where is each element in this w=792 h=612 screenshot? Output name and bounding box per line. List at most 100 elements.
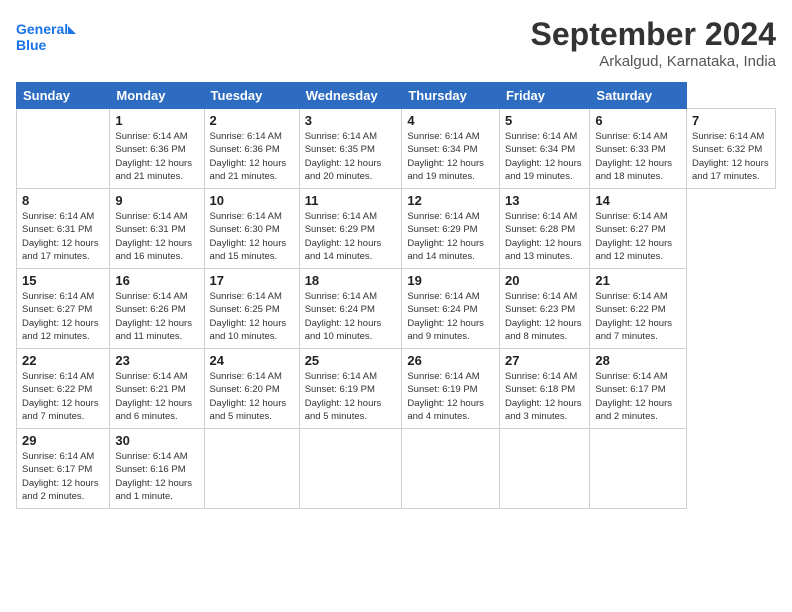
table-cell: 25 Sunrise: 6:14 AM Sunset: 6:19 PM Dayl… <box>299 349 402 429</box>
day-info: Sunrise: 6:14 AM Sunset: 6:28 PM Dayligh… <box>505 210 584 263</box>
day-info: Sunrise: 6:14 AM Sunset: 6:32 PM Dayligh… <box>692 130 770 183</box>
day-info: Sunrise: 6:14 AM Sunset: 6:26 PM Dayligh… <box>115 290 198 343</box>
header-wednesday: Wednesday <box>299 83 402 109</box>
day-info: Sunrise: 6:14 AM Sunset: 6:30 PM Dayligh… <box>210 210 294 263</box>
table-cell: 5 Sunrise: 6:14 AM Sunset: 6:34 PM Dayli… <box>499 109 589 189</box>
day-info: Sunrise: 6:14 AM Sunset: 6:16 PM Dayligh… <box>115 450 198 503</box>
table-cell: 22 Sunrise: 6:14 AM Sunset: 6:22 PM Dayl… <box>17 349 110 429</box>
day-info: Sunrise: 6:14 AM Sunset: 6:29 PM Dayligh… <box>305 210 397 263</box>
day-info: Sunrise: 6:14 AM Sunset: 6:31 PM Dayligh… <box>22 210 104 263</box>
calendar-week-row: 22 Sunrise: 6:14 AM Sunset: 6:22 PM Dayl… <box>17 349 776 429</box>
day-info: Sunrise: 6:14 AM Sunset: 6:25 PM Dayligh… <box>210 290 294 343</box>
calendar-week-row: 15 Sunrise: 6:14 AM Sunset: 6:27 PM Dayl… <box>17 269 776 349</box>
day-info: Sunrise: 6:14 AM Sunset: 6:29 PM Dayligh… <box>407 210 494 263</box>
day-number: 4 <box>407 113 494 128</box>
table-cell: 21 Sunrise: 6:14 AM Sunset: 6:22 PM Dayl… <box>590 269 687 349</box>
table-cell: 6 Sunrise: 6:14 AM Sunset: 6:33 PM Dayli… <box>590 109 687 189</box>
table-cell: 2 Sunrise: 6:14 AM Sunset: 6:36 PM Dayli… <box>204 109 299 189</box>
table-cell: 14 Sunrise: 6:14 AM Sunset: 6:27 PM Dayl… <box>590 189 687 269</box>
day-info: Sunrise: 6:14 AM Sunset: 6:17 PM Dayligh… <box>22 450 104 503</box>
day-info: Sunrise: 6:14 AM Sunset: 6:23 PM Dayligh… <box>505 290 584 343</box>
location: Arkalgud, Karnataka, India <box>531 53 776 70</box>
table-cell: 16 Sunrise: 6:14 AM Sunset: 6:26 PM Dayl… <box>110 269 204 349</box>
day-info: Sunrise: 6:14 AM Sunset: 6:36 PM Dayligh… <box>115 130 198 183</box>
day-number: 23 <box>115 353 198 368</box>
day-number: 13 <box>505 193 584 208</box>
day-info: Sunrise: 6:14 AM Sunset: 6:18 PM Dayligh… <box>505 370 584 423</box>
table-cell: 3 Sunrise: 6:14 AM Sunset: 6:35 PM Dayli… <box>299 109 402 189</box>
day-number: 24 <box>210 353 294 368</box>
svg-text:Blue: Blue <box>16 37 47 53</box>
table-cell: 4 Sunrise: 6:14 AM Sunset: 6:34 PM Dayli… <box>402 109 500 189</box>
day-number: 30 <box>115 433 198 448</box>
day-number: 18 <box>305 273 397 288</box>
day-info: Sunrise: 6:14 AM Sunset: 6:21 PM Dayligh… <box>115 370 198 423</box>
table-cell: 27 Sunrise: 6:14 AM Sunset: 6:18 PM Dayl… <box>499 349 589 429</box>
table-cell: 29 Sunrise: 6:14 AM Sunset: 6:17 PM Dayl… <box>17 429 110 509</box>
day-info: Sunrise: 6:14 AM Sunset: 6:27 PM Dayligh… <box>22 290 104 343</box>
calendar-week-row: 8 Sunrise: 6:14 AM Sunset: 6:31 PM Dayli… <box>17 189 776 269</box>
day-number: 16 <box>115 273 198 288</box>
table-cell <box>590 429 687 509</box>
table-cell: 30 Sunrise: 6:14 AM Sunset: 6:16 PM Dayl… <box>110 429 204 509</box>
calendar-week-row: 29 Sunrise: 6:14 AM Sunset: 6:17 PM Dayl… <box>17 429 776 509</box>
header-saturday: Saturday <box>590 83 687 109</box>
day-info: Sunrise: 6:14 AM Sunset: 6:35 PM Dayligh… <box>305 130 397 183</box>
month-title: September 2024 <box>531 16 776 53</box>
day-number: 15 <box>22 273 104 288</box>
table-cell: 9 Sunrise: 6:14 AM Sunset: 6:31 PM Dayli… <box>110 189 204 269</box>
day-number: 17 <box>210 273 294 288</box>
day-number: 21 <box>595 273 681 288</box>
header-friday: Friday <box>499 83 589 109</box>
table-cell: 1 Sunrise: 6:14 AM Sunset: 6:36 PM Dayli… <box>110 109 204 189</box>
day-number: 19 <box>407 273 494 288</box>
table-cell: 17 Sunrise: 6:14 AM Sunset: 6:25 PM Dayl… <box>204 269 299 349</box>
day-info: Sunrise: 6:14 AM Sunset: 6:17 PM Dayligh… <box>595 370 681 423</box>
day-number: 26 <box>407 353 494 368</box>
header: General Blue September 2024 Arkalgud, Ka… <box>16 16 776 70</box>
day-number: 14 <box>595 193 681 208</box>
table-cell <box>204 429 299 509</box>
table-cell: 18 Sunrise: 6:14 AM Sunset: 6:24 PM Dayl… <box>299 269 402 349</box>
day-info: Sunrise: 6:14 AM Sunset: 6:19 PM Dayligh… <box>407 370 494 423</box>
day-number: 8 <box>22 193 104 208</box>
header-monday: Monday <box>110 83 204 109</box>
calendar: Sunday Monday Tuesday Wednesday Thursday… <box>16 82 776 509</box>
day-number: 25 <box>305 353 397 368</box>
day-number: 2 <box>210 113 294 128</box>
logo-svg: General Blue <box>16 16 76 56</box>
day-info: Sunrise: 6:14 AM Sunset: 6:34 PM Dayligh… <box>407 130 494 183</box>
page: General Blue September 2024 Arkalgud, Ka… <box>0 0 792 612</box>
table-cell: 20 Sunrise: 6:14 AM Sunset: 6:23 PM Dayl… <box>499 269 589 349</box>
day-number: 9 <box>115 193 198 208</box>
table-cell: 15 Sunrise: 6:14 AM Sunset: 6:27 PM Dayl… <box>17 269 110 349</box>
table-cell: 24 Sunrise: 6:14 AM Sunset: 6:20 PM Dayl… <box>204 349 299 429</box>
table-cell: 28 Sunrise: 6:14 AM Sunset: 6:17 PM Dayl… <box>590 349 687 429</box>
day-info: Sunrise: 6:14 AM Sunset: 6:24 PM Dayligh… <box>305 290 397 343</box>
day-number: 27 <box>505 353 584 368</box>
day-info: Sunrise: 6:14 AM Sunset: 6:34 PM Dayligh… <box>505 130 584 183</box>
day-number: 12 <box>407 193 494 208</box>
table-cell: 8 Sunrise: 6:14 AM Sunset: 6:31 PM Dayli… <box>17 189 110 269</box>
day-number: 7 <box>692 113 770 128</box>
day-info: Sunrise: 6:14 AM Sunset: 6:22 PM Dayligh… <box>22 370 104 423</box>
table-cell: 11 Sunrise: 6:14 AM Sunset: 6:29 PM Dayl… <box>299 189 402 269</box>
day-number: 28 <box>595 353 681 368</box>
header-sunday: Sunday <box>17 83 110 109</box>
logo: General Blue <box>16 16 76 56</box>
day-number: 6 <box>595 113 681 128</box>
table-cell <box>299 429 402 509</box>
day-number: 20 <box>505 273 584 288</box>
table-cell <box>402 429 500 509</box>
table-cell: 19 Sunrise: 6:14 AM Sunset: 6:24 PM Dayl… <box>402 269 500 349</box>
day-number: 3 <box>305 113 397 128</box>
table-cell: 23 Sunrise: 6:14 AM Sunset: 6:21 PM Dayl… <box>110 349 204 429</box>
day-number: 10 <box>210 193 294 208</box>
table-cell: 13 Sunrise: 6:14 AM Sunset: 6:28 PM Dayl… <box>499 189 589 269</box>
title-block: September 2024 Arkalgud, Karnataka, Indi… <box>531 16 776 70</box>
table-cell <box>499 429 589 509</box>
table-cell: 10 Sunrise: 6:14 AM Sunset: 6:30 PM Dayl… <box>204 189 299 269</box>
table-cell: 7 Sunrise: 6:14 AM Sunset: 6:32 PM Dayli… <box>687 109 776 189</box>
day-number: 5 <box>505 113 584 128</box>
header-tuesday: Tuesday <box>204 83 299 109</box>
